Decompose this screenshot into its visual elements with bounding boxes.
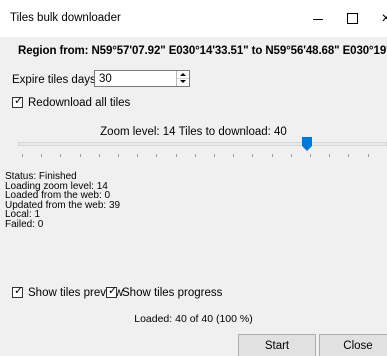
- spin-down-button[interactable]: [177, 78, 189, 85]
- show-preview-checkbox[interactable]: ✓: [12, 285, 24, 298]
- slider-tick: [233, 154, 235, 157]
- expire-days-label: Expire tiles days:: [12, 74, 99, 86]
- slider-tick: [310, 154, 311, 157]
- slider-tick: [175, 154, 177, 157]
- maximize-icon: [346, 13, 358, 24]
- zoom-slider-ticks: [18, 154, 387, 158]
- checkmark-icon: ✓: [108, 285, 118, 297]
- window-title: Tiles bulk downloader: [10, 12, 121, 24]
- arrow-up-icon: [180, 73, 186, 76]
- close-icon: ×: [381, 9, 387, 27]
- expire-days-input[interactable]: [95, 71, 177, 86]
- slider-tick: [367, 154, 369, 157]
- zoom-level-label: Zoom level: 14 Tiles to download: 40: [100, 126, 287, 138]
- close-button[interactable]: Close: [319, 334, 387, 356]
- slider-tick: [118, 154, 119, 157]
- slider-tick: [79, 154, 81, 157]
- slider-tick: [252, 154, 254, 157]
- status-panel: Status: Finished Loading zoom level: 14 …: [5, 172, 120, 229]
- slider-tick: [156, 154, 158, 157]
- arrow-down-icon: [180, 80, 186, 83]
- redownload-label[interactable]: Redownload all tiles: [28, 97, 130, 109]
- tiles-downloader-window: Tiles bulk downloader × Region from: N59…: [0, 0, 387, 356]
- show-progress-label[interactable]: Show tiles progress: [122, 287, 222, 299]
- slider-tick: [137, 154, 139, 157]
- redownload-checkbox[interactable]: ✓: [12, 95, 24, 108]
- zoom-slider-thumb[interactable]: [302, 137, 312, 151]
- slider-tick: [214, 154, 215, 157]
- loaded-status: Loaded: 40 of 40 (100 %): [134, 313, 253, 325]
- client-area: Region from: N59°57'07.92" E030°14'33.51…: [0, 37, 387, 356]
- slider-tick: [98, 154, 100, 157]
- title-bar[interactable]: Tiles bulk downloader ×: [0, 0, 387, 37]
- expire-days-spin[interactable]: [176, 71, 189, 86]
- status-line: Failed: 0: [5, 218, 44, 230]
- expire-days-stepper[interactable]: [94, 70, 190, 87]
- slider-tick: [22, 154, 23, 157]
- slider-tick: [271, 154, 273, 157]
- checkmark-icon: ✓: [14, 95, 24, 107]
- slider-tick: [348, 154, 350, 157]
- minimize-icon: [313, 19, 323, 20]
- close-window-button[interactable]: ×: [364, 0, 387, 37]
- zoom-slider-track[interactable]: [18, 142, 387, 146]
- show-progress-checkbox[interactable]: ✓: [106, 285, 118, 298]
- slider-tick: [60, 154, 62, 157]
- slider-tick: [290, 154, 292, 157]
- start-button[interactable]: Start: [238, 334, 316, 356]
- slider-tick: [41, 154, 43, 157]
- region-label: Region from: N59°57'07.92" E030°14'33.51…: [18, 45, 387, 57]
- checkmark-icon: ✓: [14, 285, 24, 297]
- slider-tick: [194, 154, 196, 157]
- slider-tick: [329, 154, 331, 157]
